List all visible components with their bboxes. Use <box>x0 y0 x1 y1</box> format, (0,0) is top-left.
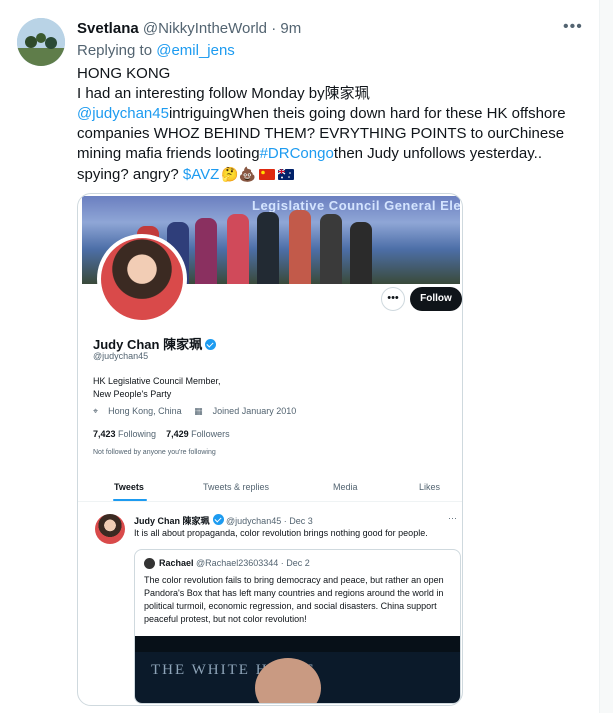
following-count: 7,423 <box>93 429 116 439</box>
quoted-tweet: Rachael @Rachael23603344 · Dec 2 The col… <box>134 549 461 704</box>
profile-joined: Joined January 2010 <box>212 406 297 416</box>
inner-tweet-header: Judy Chan 陳家珮 @judychan45 · Dec 3 <box>134 514 313 526</box>
bio-line: New People's Party <box>93 389 172 399</box>
inner-tweet-avatar <box>95 514 125 544</box>
profile-name-text: Judy Chan 陳家珮 <box>93 337 203 352</box>
follow-button[interactable]: Follow <box>410 287 462 311</box>
following-label: Following <box>118 429 157 439</box>
banner-person <box>227 214 249 284</box>
verified-badge-icon <box>212 514 224 525</box>
banner-person <box>350 222 372 284</box>
profile-location: Hong Kong, China <box>108 406 182 416</box>
mention-link[interactable]: @judychan45 <box>77 105 169 122</box>
screenshot-image[interactable]: Legislative Council General Election •••… <box>77 193 463 706</box>
quote-time: Dec 2 <box>286 558 310 568</box>
tweet-text: mining mafia friends looting <box>77 145 260 162</box>
australia-flag-icon <box>278 169 295 180</box>
followers-label: Followers <box>191 429 230 439</box>
followers-count: 7,429 <box>166 429 189 439</box>
avatar-image <box>17 18 65 66</box>
author-handle[interactable]: @NikkyIntheWorld <box>143 20 267 37</box>
profile-handle: @judychan45 <box>93 351 149 361</box>
banner-person <box>257 212 279 284</box>
quote-media-image: THE WHITE HOUSE <box>135 636 460 703</box>
tweet-header: Svetlana @NikkyIntheWorld · 9m <box>77 20 301 38</box>
profile-meta: ⌖ Hong Kong, China ▦ Joined January 2010 <box>93 406 306 417</box>
tab-media: Media <box>333 482 358 492</box>
tab-likes: Likes <box>419 482 441 492</box>
banner-text: Legislative Council General Election <box>252 198 460 213</box>
inner-tweet-handle: @judychan45 <box>226 516 282 526</box>
hashtag-link[interactable]: #DRCongo <box>260 145 334 162</box>
tab-tweets-replies: Tweets & replies <box>203 482 270 492</box>
header-separator: · <box>271 20 277 37</box>
banner-person <box>289 210 311 284</box>
cashtag-link[interactable]: $AVZ <box>183 166 219 183</box>
tweet-text: then Judy unfollows yesterday.. <box>333 145 542 162</box>
bio-line: HK Legislative Council Member, <box>93 376 221 386</box>
inner-tweet-text: It is all about propaganda, color revolu… <box>134 528 428 538</box>
tab-tweets: Tweets <box>114 482 144 492</box>
tweet-line: spying? angry? $AVZ 🤔💩 <box>77 164 577 185</box>
quote-handle: @Rachael23603344 <box>196 558 279 568</box>
banner-person <box>320 214 342 284</box>
tweet[interactable]: Svetlana @NikkyIntheWorld · 9m ••• Reply… <box>0 0 600 713</box>
replying-to: Replying to @emil_jens <box>77 42 235 59</box>
profile-avatar[interactable] <box>97 234 187 324</box>
tweet-line: @judychan45intriguingWhen theis going do… <box>77 104 577 124</box>
tweet-line: HONG KONG <box>77 65 171 82</box>
inner-tweet-name: Judy Chan 陳家珮 <box>134 516 210 526</box>
banner-person <box>195 218 217 284</box>
tweet-line: mining mafia friends looting#DRCongothen… <box>77 144 577 164</box>
quote-avatar <box>144 558 155 569</box>
location-icon: ⌖ <box>93 406 99 416</box>
active-tab-indicator <box>113 499 147 501</box>
profile-more-button[interactable]: ••• <box>381 287 405 311</box>
quote-text: The color revolution fails to bring demo… <box>144 575 444 624</box>
media-top-bar <box>135 636 460 652</box>
replying-handle-link[interactable]: @emil_jens <box>156 42 235 59</box>
more-dots-icon[interactable]: ••• <box>563 18 583 36</box>
emoji-icons: 🤔💩 <box>221 166 257 182</box>
avatar[interactable] <box>17 18 65 66</box>
not-followed-note: Not followed by anyone you're following <box>93 449 216 456</box>
tweet-line: I had an interesting follow Monday by陳家珮 <box>77 85 370 102</box>
replying-prefix: Replying to <box>77 42 153 59</box>
calendar-icon: ▦ <box>194 406 203 416</box>
tweet-line: companies WHOZ BEHIND THEM? EVRYTHING PO… <box>77 125 565 142</box>
profile-counts: 7,423 Following 7,429 Followers <box>93 429 230 439</box>
inner-tweet-time: Dec 3 <box>289 516 313 526</box>
profile-tabs: Tweets Tweets & replies Media Likes <box>78 476 462 502</box>
inner-more-icon: ··· <box>448 513 457 523</box>
tweet-text: spying? angry? <box>77 166 179 183</box>
author-name[interactable]: Svetlana <box>77 20 139 37</box>
quote-name: Rachael <box>159 558 194 568</box>
tweet-time[interactable]: 9m <box>280 20 301 37</box>
china-flag-icon <box>259 169 276 180</box>
tweet-body: HONG KONG I had an interesting follow Mo… <box>77 64 577 185</box>
profile-bio: HK Legislative Council Member, New Peopl… <box>93 375 221 401</box>
quote-header: Rachael @Rachael23603344 · Dec 2 <box>159 558 310 568</box>
tweet-text: intriguingWhen theis going down hard for… <box>168 105 566 122</box>
verified-badge-icon <box>205 339 217 350</box>
